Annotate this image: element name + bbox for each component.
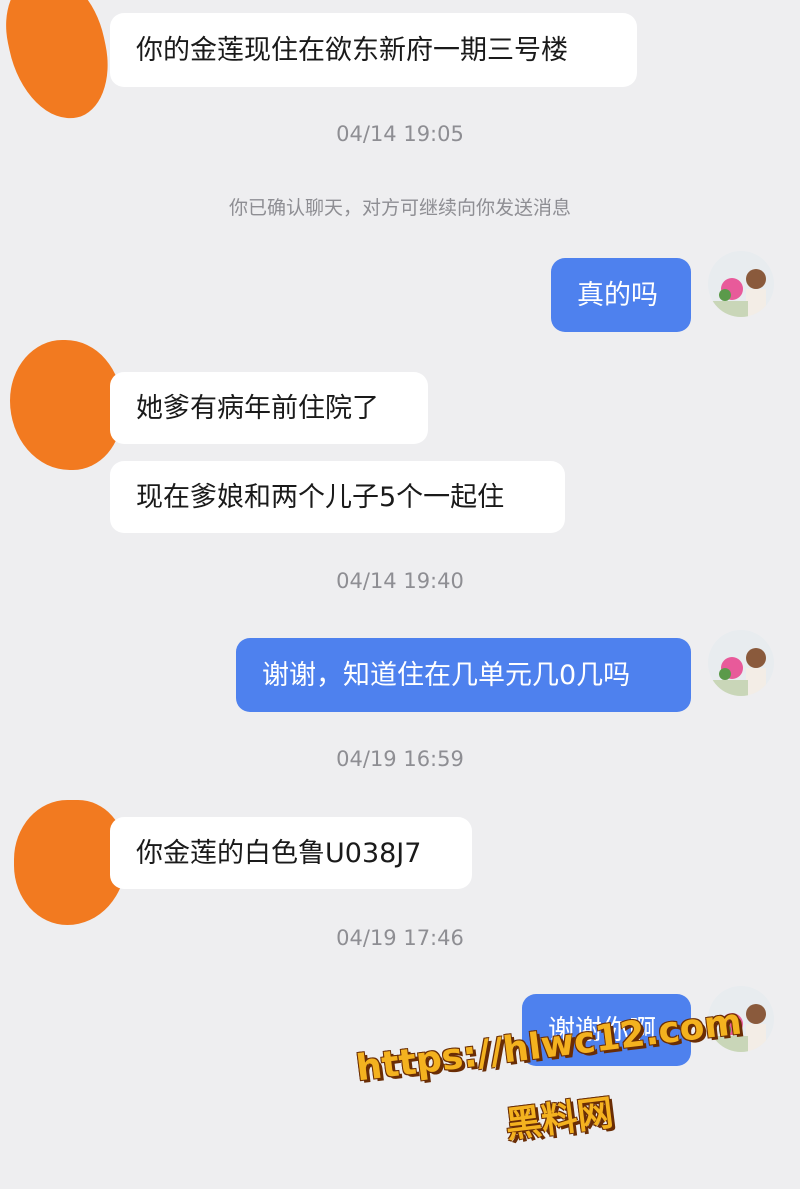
message-text: 你金莲的白色鲁U038J7 <box>136 837 422 869</box>
timestamp: 04/14 19:40 <box>336 569 464 593</box>
user-avatar-icon[interactable] <box>708 251 774 317</box>
message-text: 现在爹娘和两个儿子5个一起住 <box>136 481 505 513</box>
message-incoming[interactable]: 她爹有病年前住院了 <box>110 372 428 444</box>
message-text: 她爹有病年前住院了 <box>136 392 379 424</box>
message-incoming[interactable]: 现在爹娘和两个儿子5个一起住 <box>110 461 565 533</box>
system-notice: 你已确认聊天，对方可继续向你发送消息 <box>228 197 571 219</box>
user-avatar-icon[interactable] <box>708 630 774 696</box>
message-text: 你的金莲现住在欲东新府一期三号楼 <box>136 34 568 66</box>
watermark-label: 黑料网 <box>503 1092 616 1147</box>
timestamp: 04/14 19:05 <box>336 122 464 146</box>
timestamp: 04/19 17:46 <box>336 926 464 950</box>
message-outgoing[interactable]: 谢谢，知道住在几单元几0几吗 <box>236 638 691 712</box>
message-incoming[interactable]: 你的金莲现住在欲东新府一期三号楼 <box>110 13 637 87</box>
timestamp: 04/19 16:59 <box>336 747 464 771</box>
message-text: 谢谢，知道住在几单元几0几吗 <box>262 659 631 691</box>
message-text: 真的吗 <box>577 279 658 311</box>
redacted-avatar-1 <box>0 0 120 129</box>
message-incoming[interactable]: 你金莲的白色鲁U038J7 <box>110 817 472 889</box>
message-outgoing[interactable]: 真的吗 <box>551 258 691 332</box>
redacted-avatar-2 <box>10 340 122 470</box>
